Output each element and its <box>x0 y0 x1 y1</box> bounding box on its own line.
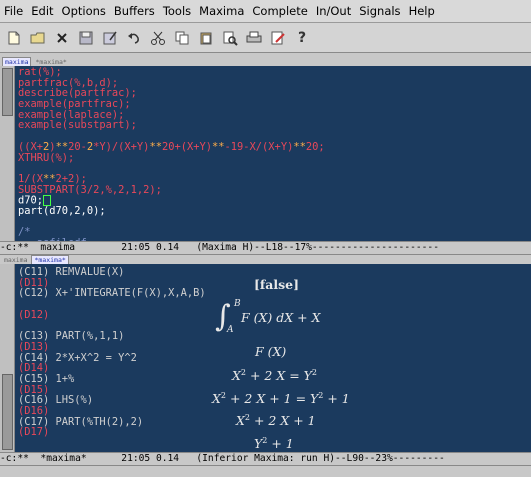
maxima-output-pane[interactable]: (C11) REMVALUE(X) (D11) (C12) X+'INTEGRATE… <box>0 264 531 452</box>
tab-maxima[interactable]: maxima <box>2 256 29 264</box>
menu-buffers[interactable]: Buffers <box>110 4 159 18</box>
code-token: XTHRU(%); <box>18 151 75 164</box>
code-token: *Y)/(X+Y) <box>93 140 150 153</box>
menu-edit[interactable]: Edit <box>27 4 57 18</box>
search-icon[interactable] <box>221 28 240 47</box>
open-folder-icon[interactable] <box>29 28 48 47</box>
toolbar: ? <box>0 23 531 53</box>
d14-result: X2 + 2 X = Y2 <box>232 368 318 384</box>
top-modeline: -c:** maxima 21:05 0.14 (Maxima H)--L18-… <box>0 241 531 255</box>
preferences-icon[interactable] <box>269 28 288 47</box>
save-disk-icon[interactable] <box>77 28 96 47</box>
top-buffer-tabs: maxima *maxima* <box>0 57 531 67</box>
tab-maxima-star[interactable]: *maxima* <box>33 58 68 66</box>
d16-result: X2 + 2 X + 1 <box>236 413 316 429</box>
code-line[interactable]: (D12) <box>18 308 206 321</box>
d13-result: F (X) <box>255 344 287 359</box>
code-token: SUBSTPART(3/2,%,2,1,2); <box>18 183 162 196</box>
integral-upper-limit: B <box>234 299 241 309</box>
undo-icon[interactable] <box>125 28 144 47</box>
false-result: [false] <box>254 277 300 292</box>
paste-icon[interactable] <box>197 28 216 47</box>
integrand: F (X) dX + X <box>241 310 321 325</box>
code-token: 20+(X+Y) <box>161 140 212 153</box>
code-line[interactable] <box>18 217 325 228</box>
code-line[interactable]: part(d70,2,0); <box>18 206 325 217</box>
code-line[interactable]: (C12) X+'INTEGRATE(F(X),X,A,B) <box>18 288 206 299</box>
new-file-icon[interactable] <box>5 28 24 47</box>
code-line[interactable]: SUBSTPART(3/2,%,2,1,2); <box>18 183 325 196</box>
code-line[interactable]: XTHRU(%); <box>18 151 325 164</box>
help-icon[interactable]: ? <box>293 28 312 47</box>
code-token: -19-X/(X+Y) <box>224 140 294 153</box>
code-token: ** <box>212 140 225 153</box>
session-transcript[interactable]: (C11) REMVALUE(X) (D11) (C12) X+'INTEGRATE… <box>18 267 206 438</box>
code-token: ** <box>293 140 306 153</box>
code-token: (D12) <box>18 308 50 321</box>
minibuffer[interactable] <box>0 466 531 477</box>
code-token: part(d70,2,0); <box>18 204 106 217</box>
menu-inout[interactable]: In/Out <box>312 4 355 18</box>
bottom-buffer-tabs: maxima *maxima* <box>0 255 531 265</box>
code-token: example(substpart); <box>18 119 137 132</box>
source-code[interactable]: rat(%); partfrac(%,b,d); describe(partfrac… <box>18 67 325 241</box>
print-icon[interactable] <box>245 28 264 47</box>
cut-icon[interactable] <box>149 28 168 47</box>
source-buffer-pane[interactable]: rat(%); partfrac(%,b,d); describe(partfrac… <box>0 66 531 241</box>
menu-options[interactable]: Options <box>58 4 110 18</box>
close-x-icon[interactable] <box>53 28 72 47</box>
menu-bar: File Edit Options Buffers Tools Maxima Complet… <box>0 0 531 23</box>
copy-icon[interactable] <box>173 28 192 47</box>
menu-file[interactable]: File <box>0 4 27 18</box>
bottom-scrollbar[interactable] <box>0 264 15 452</box>
d17-result: Y2 + 1 <box>254 436 294 452</box>
menu-complete[interactable]: Complete <box>248 4 311 18</box>
code-token: (D17) <box>18 426 50 439</box>
code-line[interactable]: (D17) <box>18 427 206 438</box>
code-line[interactable]: example(substpart); <box>18 120 325 131</box>
code-token: ** <box>149 140 162 153</box>
menu-tools[interactable]: Tools <box>159 4 195 18</box>
code-token: (C12) X+'INTEGRATE(F(X),X,A,B) <box>18 287 206 300</box>
bottom-modeline: -c:** *maxima* 21:05 0.14 (Inferior Maxi… <box>0 452 531 466</box>
integral-lower-limit: A <box>227 325 234 335</box>
code-token: 20; <box>305 140 325 153</box>
menu-signals[interactable]: Signals <box>355 4 404 18</box>
save-as-icon[interactable] <box>101 28 120 47</box>
d15-result: X2 + 2 X + 1 = Y2 + 1 <box>212 391 350 407</box>
top-scrollbar-thumb[interactable] <box>2 68 13 116</box>
bottom-scrollbar-thumb[interactable] <box>2 374 13 450</box>
top-scrollbar[interactable] <box>0 66 15 241</box>
menu-help[interactable]: Help <box>405 4 439 18</box>
menu-maxima[interactable]: Maxima <box>195 4 248 18</box>
